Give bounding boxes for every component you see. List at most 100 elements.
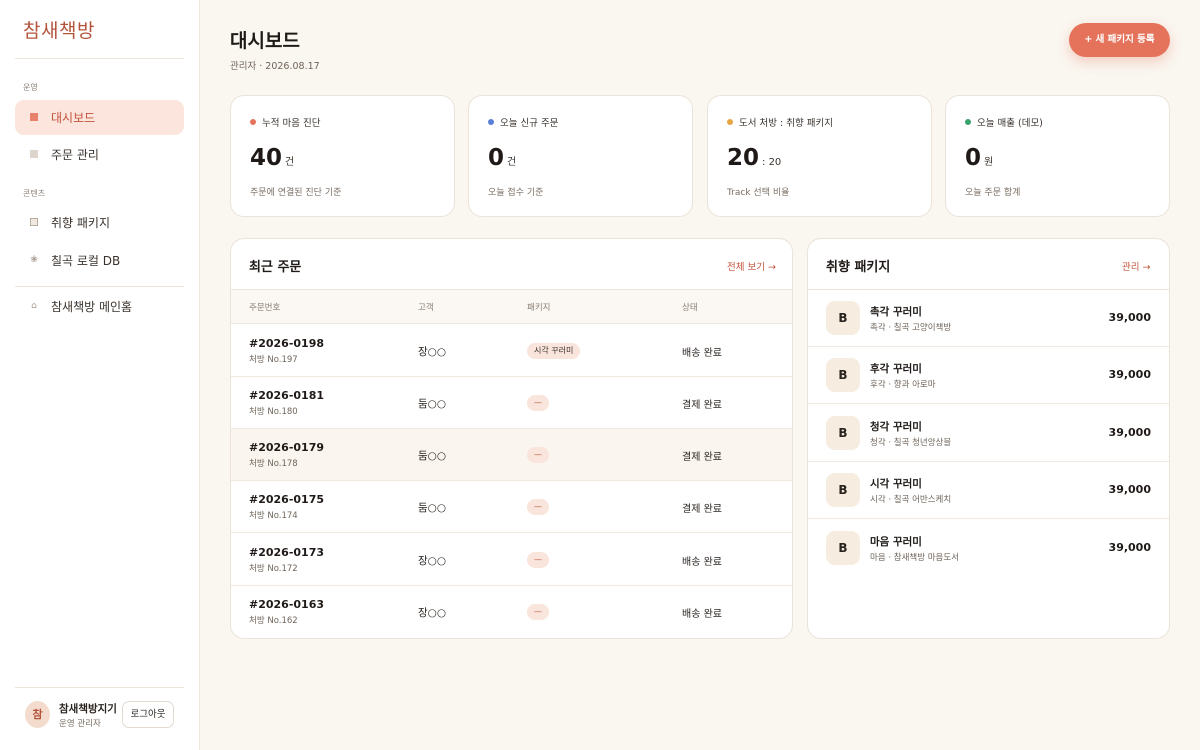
new-package-button[interactable]: + 새 패키지 등록 <box>1069 23 1170 57</box>
page-subtitle: 관리자 · 2026.08.17 <box>230 61 320 72</box>
sidebar-divider <box>15 687 184 688</box>
view-all-link[interactable]: 전체 보기 → <box>727 259 776 273</box>
table-header: 주문번호 고객 패키지 상태 <box>231 290 792 324</box>
stat-card-track-ratio: 도서 처방 : 취향 패키지 20: 20 Track 선택 비율 <box>707 95 932 217</box>
package-icon <box>29 217 39 227</box>
package-price: 39,000 <box>1108 541 1151 554</box>
package-badge: — <box>527 552 549 568</box>
sidebar-divider <box>15 286 184 287</box>
package-name: 마음 꾸러미 <box>870 536 922 548</box>
prescription-number: 처방 No.197 <box>249 355 298 365</box>
stat-caption: Track 선택 비율 <box>727 188 790 198</box>
package-name: 청각 꾸러미 <box>870 421 922 433</box>
manage-link[interactable]: 관리 → <box>1122 259 1150 273</box>
package-item-auditory[interactable]: B 청각 꾸러미 청각 · 칠곡 청년앙상블 39,000 <box>808 405 1169 462</box>
package-badge: B <box>826 531 860 565</box>
sidebar-item-packages[interactable]: 취향 패키지 <box>15 205 184 240</box>
brand-logo[interactable]: 참새책방 <box>23 16 95 43</box>
customer-name: 둠○○ <box>418 450 446 462</box>
package-badge: 시각 꾸러미 <box>527 343 581 359</box>
stat-number: 0 <box>965 145 982 171</box>
package-item-tactile[interactable]: B 촉각 꾸러미 촉각 · 칠곡 고양이책방 39,000 <box>808 290 1169 347</box>
sidebar-item-label: 참새책방 메인홈 <box>51 300 133 314</box>
stat-unit: : 20 <box>762 157 782 168</box>
table-row[interactable]: #2026-0181 처방 No.180 둠○○ — 결제 완료 <box>231 377 792 429</box>
package-badge: B <box>826 473 860 507</box>
column-header[interactable]: 상태 <box>682 301 698 313</box>
sidebar-item-main-home[interactable]: ⌂ 참새책방 메인홈 <box>15 289 184 324</box>
table-row[interactable]: #2026-0173 처방 No.172 장○○ — 배송 완료 <box>231 534 792 586</box>
prescription-number: 처방 No.172 <box>249 564 298 574</box>
prescription-number: 처방 No.162 <box>249 616 298 626</box>
stat-number: 0 <box>488 145 505 171</box>
stat-dot-icon <box>488 119 494 125</box>
table-row[interactable]: #2026-0198 처방 No.197 장○○ 시각 꾸러미 배송 완료 <box>231 325 792 377</box>
user-name: 참새책방지기 <box>59 703 117 715</box>
stat-unit: 건 <box>507 157 517 168</box>
package-badge: — <box>527 447 549 463</box>
order-number: #2026-0179 <box>249 441 325 454</box>
column-header[interactable]: 패키지 <box>527 301 550 313</box>
column-header[interactable]: 고객 <box>418 301 434 313</box>
stat-label: 오늘 매출 (데모) <box>977 118 1043 129</box>
stat-caption: 주문에 연결된 진단 기준 <box>250 188 342 198</box>
prescription-number: 처방 No.174 <box>249 511 298 521</box>
stat-value: 20: 20 <box>727 145 781 171</box>
sidebar: 참새책방 운영 대시보드 주문 관리 콘텐츠 취향 패키지 ❀ 칠곡 로컬 DB… <box>0 0 200 750</box>
order-number: #2026-0181 <box>249 389 325 402</box>
table-row[interactable]: #2026-0179 처방 No.178 둠○○ — 결제 완료 <box>231 429 792 481</box>
stat-label: 오늘 신규 주문 <box>500 118 559 129</box>
page-title: 대시보드 <box>230 30 300 52</box>
package-name: 촉각 꾸러미 <box>870 306 922 318</box>
package-badge: B <box>826 358 860 392</box>
table-row[interactable]: #2026-0163 처방 No.162 장○○ — 배송 완료 <box>231 586 792 638</box>
package-item-olfactory[interactable]: B 후각 꾸러미 후각 · 향과 아로마 39,000 <box>808 347 1169 404</box>
sidebar-item-local-db[interactable]: ❀ 칠곡 로컬 DB <box>15 243 184 278</box>
package-badge: — <box>527 395 549 411</box>
user-role: 운영 관리자 <box>59 719 101 729</box>
package-description: 촉각 · 칠곡 고양이책방 <box>870 323 952 333</box>
sidebar-divider <box>15 58 184 59</box>
stat-card-revenue: 오늘 매출 (데모) 0원 오늘 주문 합계 <box>945 95 1170 217</box>
orders-icon <box>29 149 39 159</box>
section-label-content: 콘텐츠 <box>23 189 46 198</box>
stat-value: 0건 <box>488 145 516 171</box>
stat-value: 0원 <box>965 145 993 171</box>
customer-name: 장○○ <box>418 607 446 619</box>
order-status: 결제 완료 <box>682 400 722 411</box>
order-status: 결제 완료 <box>682 452 722 463</box>
sidebar-item-dashboard[interactable]: 대시보드 <box>15 100 184 135</box>
stat-number: 40 <box>250 145 283 171</box>
recent-orders-panel: 최근 주문 전체 보기 → 주문번호 고객 패키지 상태 #2026-0198 … <box>230 238 793 639</box>
stat-dot-icon <box>965 119 971 125</box>
stat-number: 20 <box>727 145 760 171</box>
prescription-number: 처방 No.180 <box>249 407 298 417</box>
package-badge: — <box>527 499 549 515</box>
column-header[interactable]: 주문번호 <box>249 301 280 313</box>
avatar: 참 <box>25 701 50 728</box>
database-icon: ❀ <box>30 255 38 265</box>
package-item-mind[interactable]: B 마음 꾸러미 마음 · 참새책방 마음도서 39,000 <box>808 520 1169 577</box>
stat-dot-icon <box>250 119 256 125</box>
stat-card-diagnosis: 누적 마음 진단 40 건 주문에 연결된 진단 기준 <box>230 95 455 217</box>
panel-title: 최근 주문 <box>249 260 302 275</box>
stat-unit: 건 <box>285 157 295 168</box>
package-description: 청각 · 칠곡 청년앙상블 <box>870 438 952 448</box>
sidebar-item-orders[interactable]: 주문 관리 <box>15 137 184 172</box>
order-status: 결제 완료 <box>682 504 722 515</box>
customer-name: 장○○ <box>418 346 446 358</box>
package-item-visual[interactable]: B 시각 꾸러미 시각 · 칠곡 어반스케치 39,000 <box>808 462 1169 519</box>
package-name: 후각 꾸러미 <box>870 363 922 375</box>
dashboard-icon <box>29 112 39 122</box>
order-number: #2026-0163 <box>249 598 325 611</box>
stat-card-new-orders: 오늘 신규 주문 0건 오늘 접수 기준 <box>468 95 693 217</box>
order-status: 배송 완료 <box>682 348 722 359</box>
logout-button[interactable]: 로그아웃 <box>122 701 174 728</box>
package-badge: — <box>527 604 549 620</box>
stat-label: 누적 마음 진단 <box>262 118 321 129</box>
stat-caption: 오늘 주문 합계 <box>965 188 1021 198</box>
package-description: 후각 · 향과 아로마 <box>870 380 936 390</box>
stat-caption: 오늘 접수 기준 <box>488 188 544 198</box>
stat-value: 40 건 <box>250 145 294 171</box>
table-row[interactable]: #2026-0175 처방 No.174 둠○○ — 결제 완료 <box>231 481 792 533</box>
